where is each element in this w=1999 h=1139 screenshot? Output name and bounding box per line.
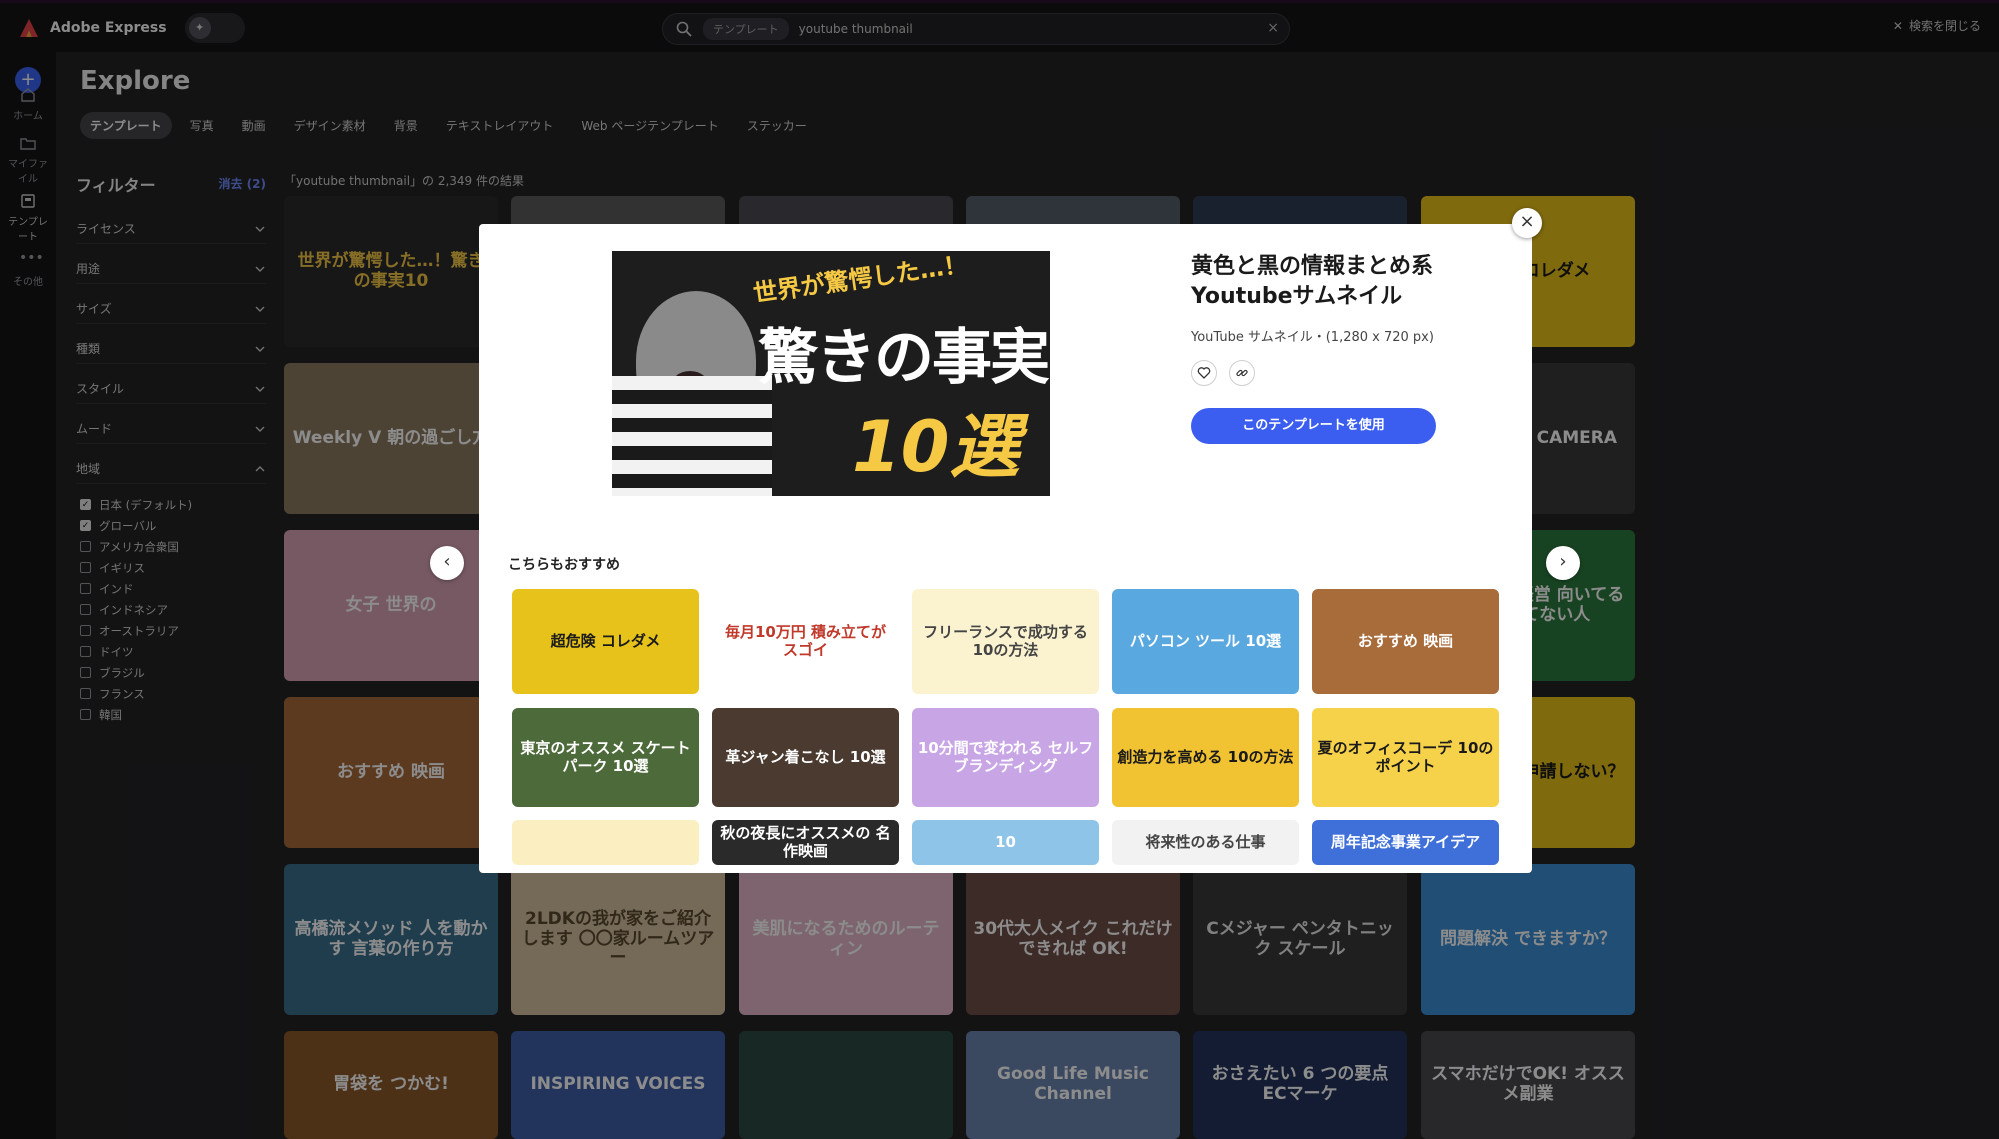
copy-link-icon[interactable] — [1229, 360, 1255, 386]
favorite-heart-icon[interactable] — [1191, 360, 1217, 386]
recommended-template[interactable]: 超危険 コレダメ — [512, 589, 699, 694]
template-detail-modal: 世界が驚愕した…！ 驚きの事実 10選 黄色と黒の情報まとめ系 Youtubeサ… — [479, 224, 1532, 873]
recommended-template[interactable]: 周年記念事業アイデア — [1312, 820, 1499, 865]
recommended-template-text: 将来性のある仕事 — [1145, 832, 1266, 851]
recommended-template-text: 10分間で変われる セルフブランディング — [917, 739, 1094, 775]
template-actions — [1191, 360, 1255, 386]
template-subtitle: YouTube サムネイル・(1,280 x 720 px) — [1191, 330, 1434, 345]
recommended-template[interactable]: パソコン ツール 10選 — [1112, 589, 1299, 694]
recommended-template-text: 超危険 コレダメ — [550, 631, 661, 650]
recommended-template-text: 創造力を高める 10の方法 — [1117, 747, 1294, 766]
recommended-template[interactable]: 創造力を高める 10の方法 — [1112, 708, 1299, 807]
preview-headline-number: 10選 — [852, 406, 1020, 488]
recommended-template[interactable]: 東京のオススメ スケートパーク 10選 — [512, 708, 699, 807]
recommended-template-text: 毎月10万円 積み立てが スゴイ — [724, 623, 887, 659]
recommended-template[interactable] — [512, 820, 699, 865]
recommended-template[interactable]: 10 — [912, 820, 1099, 865]
carousel-prev-button[interactable]: ‹ — [430, 546, 464, 580]
recommended-template-text — [602, 839, 610, 847]
recommended-template[interactable]: 毎月10万円 積み立てが スゴイ — [712, 589, 899, 694]
template-preview: 世界が驚愕した…！ 驚きの事実 10選 — [612, 251, 1050, 496]
recommended-template-text: おすすめ 映画 — [1357, 631, 1454, 650]
preview-striped-shirt — [612, 376, 772, 496]
recommended-template[interactable]: 秋の夜長にオススメの 名作映画 — [712, 820, 899, 865]
recommended-template-text: フリーランスで成功する10の方法 — [923, 623, 1088, 659]
recommended-template-text: 夏のオフィスコーデ 10のポイント — [1317, 739, 1494, 775]
recommended-template[interactable]: 10分間で変われる セルフブランディング — [912, 708, 1099, 807]
carousel-next-button[interactable]: › — [1546, 546, 1580, 580]
recommended-template[interactable]: フリーランスで成功する10の方法 — [912, 589, 1099, 694]
recommended-template-text: 東京のオススメ スケートパーク 10選 — [520, 739, 691, 775]
recommended-template-text: 10 — [995, 832, 1016, 851]
recommended-template-text: 秋の夜長にオススメの 名作映画 — [720, 824, 891, 860]
close-modal-button[interactable]: × — [1512, 208, 1542, 238]
recommended-template-text: 周年記念事業アイデア — [1330, 832, 1481, 851]
recommended-template-text: 革ジャン着こなし 10選 — [725, 747, 886, 766]
recommended-template[interactable]: 夏のオフィスコーデ 10のポイント — [1312, 708, 1499, 807]
preview-headline-small: 世界が驚愕した…！ — [751, 251, 970, 308]
recommended-template[interactable]: 将来性のある仕事 — [1112, 820, 1299, 865]
recommended-template[interactable]: 革ジャン着こなし 10選 — [712, 708, 899, 807]
template-title: 黄色と黒の情報まとめ系 Youtubeサムネイル — [1191, 254, 1434, 309]
recommendations-title: こちらもおすすめ — [508, 557, 620, 573]
recommended-template[interactable]: おすすめ 映画 — [1312, 589, 1499, 694]
recommended-template-text: パソコン ツール 10選 — [1129, 631, 1282, 650]
use-template-button[interactable]: このテンプレートを使用 — [1191, 408, 1436, 444]
preview-headline-main: 驚きの事実 — [758, 323, 1050, 393]
